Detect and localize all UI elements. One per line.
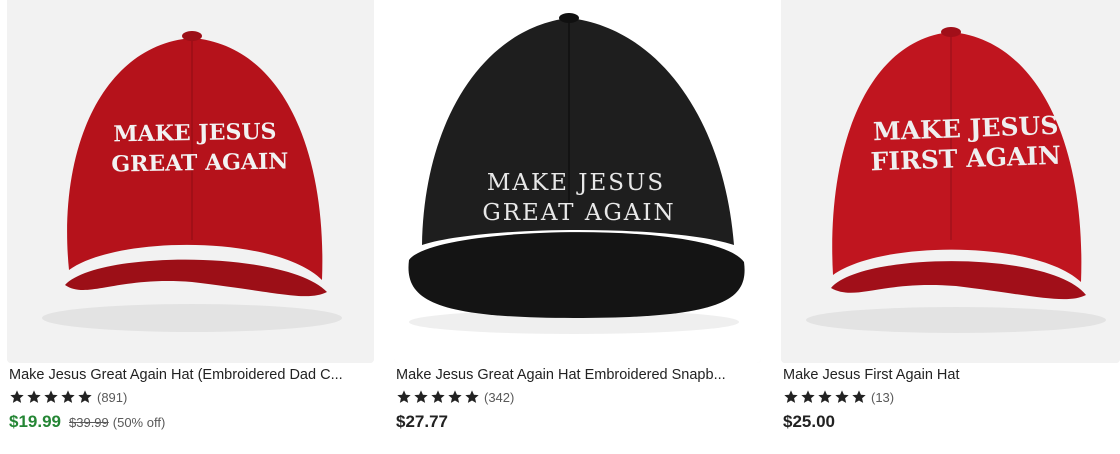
embroidery-line-1: MAKE JESUS bbox=[487, 170, 665, 196]
product-rating: (13) bbox=[783, 389, 894, 405]
rating-count: (342) bbox=[484, 389, 515, 405]
star-icon bbox=[852, 390, 866, 403]
star-icon bbox=[414, 390, 428, 403]
product-card[interactable]: MAKE JESUS GREAT AGAIN Make Jesus Great … bbox=[394, 0, 761, 454]
embroidery-line-2: GREAT AGAIN bbox=[111, 148, 289, 177]
star-icon bbox=[10, 390, 24, 403]
embroidery-line-1: MAKE JESUS bbox=[113, 119, 277, 148]
product-rating: (891) bbox=[9, 389, 127, 405]
product-title[interactable]: Make Jesus Great Again Hat Embroidered S… bbox=[396, 366, 759, 384]
price-row: $25.00 bbox=[783, 412, 835, 432]
star-icon bbox=[818, 390, 832, 403]
discount-label: (50% off) bbox=[112, 415, 166, 430]
embroidery-line-2: GREAT AGAIN bbox=[482, 200, 675, 226]
star-icon bbox=[784, 390, 798, 403]
product-image[interactable]: MAKE JESUS GREAT AGAIN bbox=[7, 0, 374, 363]
original-price: $39.99 bbox=[69, 415, 109, 430]
product-title[interactable]: Make Jesus Great Again Hat (Embroidered … bbox=[9, 366, 372, 384]
star-icon bbox=[61, 390, 75, 403]
price-row: $19.99 $39.99 (50% off) bbox=[9, 412, 165, 432]
product-title[interactable]: Make Jesus First Again Hat bbox=[783, 366, 1120, 384]
price-row: $27.77 bbox=[396, 412, 448, 432]
star-rating bbox=[396, 389, 480, 405]
star-icon bbox=[835, 390, 849, 403]
product-image[interactable]: MAKE JESUS GREAT AGAIN bbox=[394, 0, 761, 363]
red-dad-hat-image: MAKE JESUS GREAT AGAIN bbox=[7, 0, 374, 363]
star-icon bbox=[397, 390, 411, 403]
product-card[interactable]: MAKE JESUS GREAT AGAIN Make Jesus Great … bbox=[7, 0, 374, 454]
product-rating: (342) bbox=[396, 389, 514, 405]
price: $25.00 bbox=[783, 412, 835, 431]
product-image[interactable]: MAKE JESUS FIRST AGAIN bbox=[781, 0, 1120, 363]
star-icon bbox=[44, 390, 58, 403]
star-rating bbox=[9, 389, 93, 405]
black-snapback-hat-image: MAKE JESUS GREAT AGAIN bbox=[394, 0, 761, 363]
star-rating bbox=[783, 389, 867, 405]
red-hat-image: MAKE JESUS FIRST AGAIN bbox=[781, 0, 1120, 363]
star-icon bbox=[448, 390, 462, 403]
star-icon bbox=[801, 390, 815, 403]
star-icon bbox=[465, 390, 479, 403]
rating-count: (891) bbox=[97, 389, 128, 405]
star-icon bbox=[431, 390, 445, 403]
star-icon bbox=[27, 390, 41, 403]
price: $27.77 bbox=[396, 412, 448, 431]
star-icon bbox=[78, 390, 92, 403]
sale-price: $19.99 bbox=[9, 412, 61, 431]
rating-count: (13) bbox=[871, 389, 895, 405]
product-card[interactable]: MAKE JESUS FIRST AGAIN Make Jesus First … bbox=[781, 0, 1120, 454]
